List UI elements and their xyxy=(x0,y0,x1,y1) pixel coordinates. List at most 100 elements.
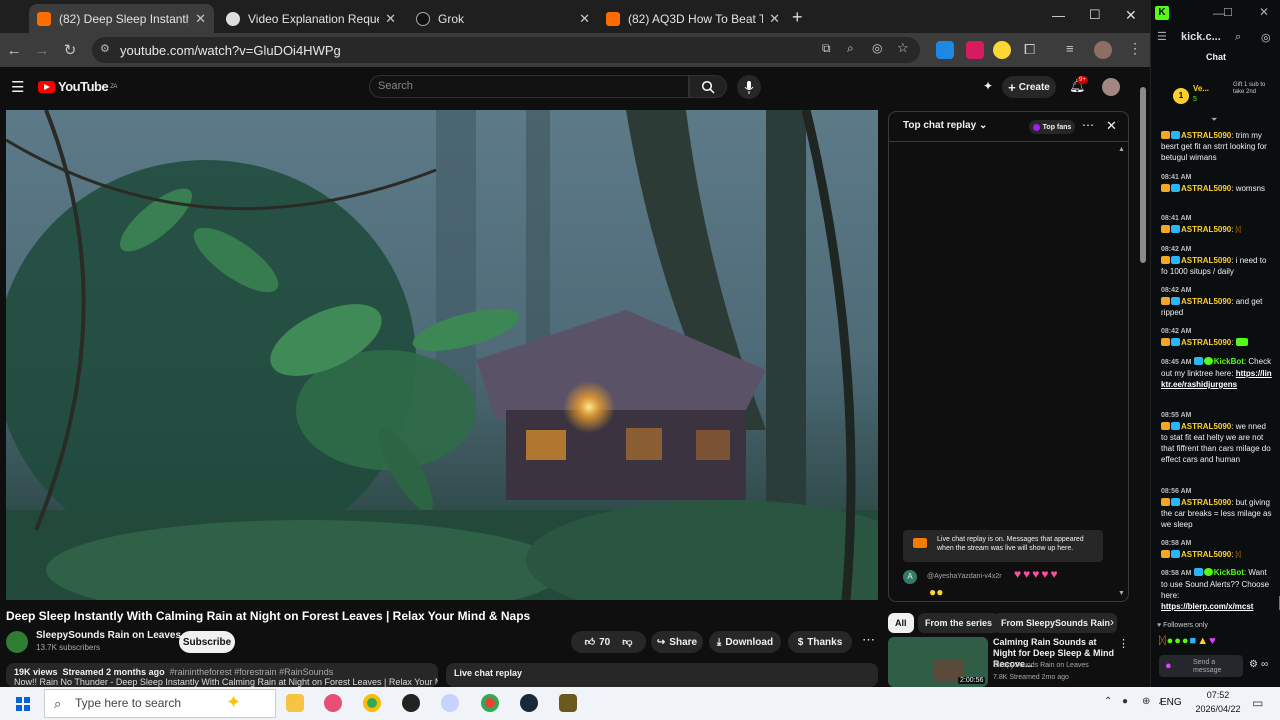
more-actions-icon[interactable]: ⋯ xyxy=(862,632,875,648)
search-button[interactable] xyxy=(689,75,727,98)
rec-more-icon[interactable]: ⋮ xyxy=(1118,637,1129,650)
infinity-icon[interactable]: ∞ xyxy=(1261,659,1268,670)
chat-settings-icon[interactable]: ⚙ xyxy=(1249,659,1258,670)
chip-all[interactable]: All xyxy=(888,613,914,633)
chat-user[interactable]: ASTRAL5090 xyxy=(1181,498,1231,507)
top-gifter-name[interactable]: Ve... xyxy=(1193,84,1209,93)
windows-start-icon[interactable] xyxy=(16,697,30,711)
like-count[interactable]: 70 xyxy=(599,637,610,648)
extension-icon[interactable] xyxy=(936,41,954,59)
tray-chevron-icon[interactable]: ⌃ xyxy=(1104,696,1112,707)
profile-avatar[interactable] xyxy=(1094,41,1112,59)
chevron-right-icon[interactable]: › xyxy=(1110,615,1114,629)
subscribe-button[interactable]: Subscribe xyxy=(179,631,235,653)
chat-user[interactable]: ASTRAL5090 xyxy=(1181,550,1231,559)
description-box[interactable]: 19K views Streamed 2 months ago #rainint… xyxy=(6,663,438,687)
language-indicator[interactable]: ENG xyxy=(1160,697,1182,708)
gift-sub-prompt[interactable]: Gift 1 sub to take 2nd xyxy=(1233,82,1273,96)
channel-name[interactable]: SleepySounds Rain on Leaves xyxy=(36,630,181,641)
file-explorer-icon[interactable] xyxy=(286,694,304,712)
kick-close[interactable]: ✕ xyxy=(1259,5,1269,19)
zoom-icon[interactable]: ⌕ xyxy=(847,41,854,56)
dislike-icon[interactable]: 👎︎ xyxy=(622,636,632,648)
extensions-puzzle-icon[interactable]: ⧠ xyxy=(1024,41,1035,58)
site-info-icon[interactable]: ⚙ xyxy=(100,42,110,55)
forward-arrow-icon[interactable]: → xyxy=(28,36,56,64)
emote-bar[interactable]: ᛞ●●●■▲♥ xyxy=(1159,635,1277,649)
search-highlight-icon[interactable]: ✦ xyxy=(226,692,241,713)
kick-menu-icon[interactable]: ☰ xyxy=(1157,30,1167,43)
download-button[interactable]: ⤓ Download xyxy=(709,631,781,653)
maximize-button[interactable]: ☐ xyxy=(1089,7,1101,23)
tab-aq3d[interactable]: (82) AQ3D How To Beat The Dj ✕ xyxy=(598,4,788,33)
page-scrollbar[interactable] xyxy=(1140,87,1146,263)
close-tab-icon[interactable]: ✕ xyxy=(385,11,396,27)
steam-icon[interactable] xyxy=(520,694,538,712)
tab-youtube-deep-sleep[interactable]: (82) Deep Sleep Instantly W ✕ xyxy=(29,4,214,33)
youtube-logo[interactable]: YouTube ZA xyxy=(38,79,117,94)
tab-video-explanation[interactable]: Video Explanation Request ✕ xyxy=(218,4,404,33)
microphone-tray-icon[interactable]: ● xyxy=(1122,696,1128,707)
search-input[interactable]: Search xyxy=(369,75,689,98)
chat-mode-dropdown[interactable]: Top chat replay ⌄ xyxy=(903,120,987,131)
close-tab-icon[interactable]: ✕ xyxy=(769,11,780,27)
extension-icon[interactable] xyxy=(993,41,1011,59)
live-chat-replay-button[interactable]: Live chat replay xyxy=(446,663,878,687)
chrome-icon[interactable] xyxy=(481,694,499,712)
clock-time[interactable]: 07:52 xyxy=(1198,690,1238,700)
extension-icon[interactable] xyxy=(966,41,984,59)
rec-thumbnail[interactable]: 2:00:56 xyxy=(888,637,988,687)
share-button[interactable]: ↪ Share xyxy=(651,631,703,653)
minimize-button[interactable]: — xyxy=(1052,8,1065,23)
voice-search-button[interactable] xyxy=(737,75,761,99)
kick-eye-off-icon[interactable]: ◎ xyxy=(1261,31,1271,44)
kick-url[interactable]: kick.c... xyxy=(1181,31,1221,43)
hamburger-menu-icon[interactable]: ☰ xyxy=(11,78,24,96)
scroll-down-icon[interactable]: ▼ xyxy=(1118,590,1125,597)
kick-zoom-icon[interactable]: ⌕ xyxy=(1235,31,1241,44)
kick-maximize[interactable]: ☐ xyxy=(1223,6,1233,19)
clock-date[interactable]: 2026/04/22 xyxy=(1190,704,1246,714)
thanks-button[interactable]: $ Thanks xyxy=(788,631,852,653)
eye-off-icon[interactable]: ◎ xyxy=(872,41,882,55)
chat-user[interactable]: ASTRAL5090 xyxy=(1181,297,1231,306)
network-icon[interactable]: ⊕ xyxy=(1142,696,1150,707)
notification-center-icon[interactable]: ▭ xyxy=(1252,696,1263,710)
scroll-up-icon[interactable]: ▲ xyxy=(1118,146,1125,153)
bookmark-star-icon[interactable]: ☆ xyxy=(897,40,909,56)
reload-icon[interactable]: ↻ xyxy=(56,36,84,64)
new-tab-button[interactable]: + xyxy=(792,7,803,28)
chip-from-channel[interactable]: From SleepySounds Rain xyxy=(994,613,1118,633)
chat-options-icon[interactable]: ⋯ xyxy=(1082,118,1094,132)
chat-user[interactable]: ASTRAL5090 xyxy=(1181,225,1231,234)
chat-user[interactable]: KickBot xyxy=(1214,568,1244,577)
close-window-button[interactable]: ✕ xyxy=(1125,7,1137,24)
chat-user[interactable]: ASTRAL5090 xyxy=(1181,338,1231,347)
video-player[interactable] xyxy=(6,110,878,600)
back-arrow-icon[interactable]: ← xyxy=(0,36,28,64)
chat-user[interactable]: ASTRAL5090 xyxy=(1181,422,1231,431)
mic-emote-icon[interactable]: ● xyxy=(1165,660,1172,672)
media-controls-icon[interactable]: ≡ xyxy=(1066,41,1074,56)
chat-user[interactable]: KickBot xyxy=(1214,357,1244,366)
taskbar-search-input[interactable]: Type here to search xyxy=(44,689,276,718)
hashtags[interactable]: #rainintheforest #forestrain #RainSounds xyxy=(170,667,334,677)
like-icon[interactable]: 👍︎ xyxy=(585,636,595,648)
pinned-filter-icon[interactable]: ⏷ xyxy=(1211,115,1217,125)
top-fans-chip[interactable]: Top fans xyxy=(1029,120,1075,134)
chrome-icon[interactable] xyxy=(363,694,381,712)
game-icon[interactable] xyxy=(559,694,577,712)
chat-user[interactable]: ASTRAL5090 xyxy=(1181,256,1231,265)
app-icon[interactable] xyxy=(324,694,342,712)
menu-dots-icon[interactable]: ⋮ xyxy=(1128,40,1142,57)
close-tab-icon[interactable]: ✕ xyxy=(579,11,590,27)
chip-from-series[interactable]: From the series xyxy=(918,613,1000,633)
chat-link[interactable]: https://blerp.com/x/mcst xyxy=(1161,602,1253,611)
tab-grok[interactable]: Grok ✕ xyxy=(408,4,598,33)
chat-user[interactable]: ASTRAL5090 xyxy=(1181,184,1231,193)
ai-sparkle-icon[interactable]: ✦ xyxy=(983,79,993,93)
address-bar[interactable]: ⚙ youtube.com/watch?v=GluDOi4HWPg ⧉ ⌕ ◎ … xyxy=(92,37,920,63)
app-icon[interactable] xyxy=(441,694,459,712)
chat-user[interactable]: ASTRAL5090 xyxy=(1181,131,1231,140)
channel-avatar[interactable] xyxy=(6,631,28,653)
